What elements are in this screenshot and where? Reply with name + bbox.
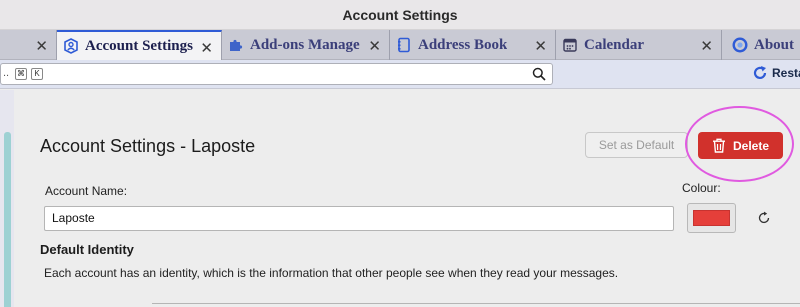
identity-description: Each account has an identity, which is t… bbox=[44, 266, 619, 280]
window-titlebar: Account Settings bbox=[0, 0, 800, 30]
address-book-icon bbox=[398, 37, 410, 53]
close-icon[interactable]: ✕ bbox=[368, 37, 381, 55]
close-icon[interactable]: ✕ bbox=[534, 37, 547, 55]
account-settings-icon bbox=[64, 38, 78, 54]
restart-label: Resta bbox=[772, 66, 800, 80]
tab-about[interactable]: About bbox=[722, 30, 800, 60]
default-identity-heading: Default Identity bbox=[40, 242, 134, 257]
tab-address-book[interactable]: Address Book ✕ bbox=[390, 30, 556, 60]
close-icon[interactable]: ✕ bbox=[700, 37, 713, 55]
account-sidebar-edge bbox=[0, 90, 14, 307]
window-title: Account Settings bbox=[342, 7, 458, 23]
search-input[interactable]: .. ⌘ K bbox=[0, 63, 553, 85]
tab-label: Address Book bbox=[418, 36, 508, 53]
search-icon[interactable] bbox=[532, 67, 546, 81]
puzzle-icon bbox=[230, 39, 243, 51]
tab-calendar[interactable]: Calendar ✕ bbox=[556, 30, 722, 60]
colour-label: Colour: bbox=[682, 181, 721, 195]
annotation-highlight-circle bbox=[685, 106, 794, 182]
colour-swatch bbox=[693, 210, 730, 226]
k-key-badge: K bbox=[31, 68, 43, 80]
selected-account-indicator bbox=[4, 132, 11, 307]
about-icon bbox=[732, 37, 748, 53]
refresh-icon bbox=[753, 66, 767, 79]
colour-picker-button[interactable] bbox=[687, 203, 736, 233]
page-title: Account Settings - Laposte bbox=[40, 136, 256, 156]
reset-colour-icon[interactable] bbox=[757, 211, 771, 225]
tab-label: About bbox=[754, 36, 795, 53]
set-as-default-label: Set as Default bbox=[598, 138, 675, 152]
restart-button[interactable]: Resta bbox=[752, 65, 800, 81]
close-icon[interactable]: ✕ bbox=[200, 39, 213, 57]
identity-section-divider bbox=[152, 303, 800, 307]
set-as-default-button[interactable]: Set as Default bbox=[585, 132, 688, 158]
account-name-label: Account Name: bbox=[45, 184, 128, 198]
close-icon[interactable]: ✕ bbox=[35, 37, 48, 55]
tab-blank[interactable]: ✕ bbox=[0, 30, 57, 60]
toolbar: .. ⌘ K Resta bbox=[0, 60, 800, 89]
account-name-field[interactable]: Laposte bbox=[44, 206, 674, 231]
tab-strip: ✕ Account Settings ✕ Add-ons Manager ✕ A… bbox=[0, 30, 800, 60]
tab-addons-manager[interactable]: Add-ons Manager ✕ bbox=[222, 30, 390, 60]
tab-label: Account Settings bbox=[85, 37, 193, 54]
tab-account-settings[interactable]: Account Settings ✕ bbox=[57, 30, 222, 60]
tab-label: Calendar bbox=[584, 36, 644, 53]
tab-label: Add-ons Manager bbox=[250, 36, 360, 53]
search-placeholder: .. bbox=[3, 67, 10, 79]
command-key-badge: ⌘ bbox=[15, 68, 27, 80]
calendar-icon bbox=[563, 38, 577, 52]
